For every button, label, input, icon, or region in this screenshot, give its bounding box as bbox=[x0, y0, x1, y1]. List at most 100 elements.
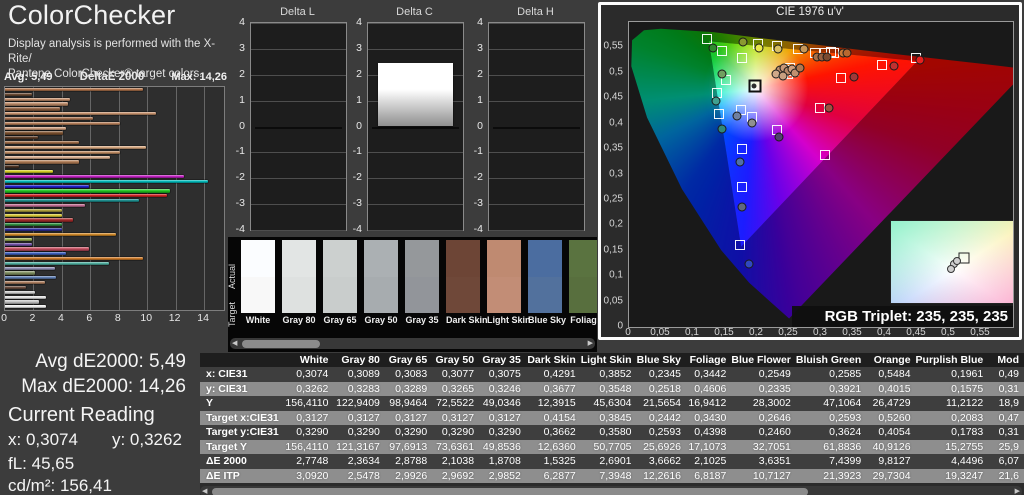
swatch-actual bbox=[528, 240, 562, 277]
y-tick-label: 0 bbox=[239, 120, 245, 132]
de2000-bar bbox=[5, 165, 19, 168]
measurement-table: WhiteGray 80Gray 65Gray 50Gray 35Dark Sk… bbox=[200, 353, 1024, 495]
cie-x-axis: 00,050,10,150,20,250,30,350,40,450,50,55 bbox=[628, 327, 1012, 341]
de2000-bar bbox=[5, 262, 109, 265]
delta-chart-delta-h: Delta H43210-1-2-3-4 bbox=[468, 2, 585, 232]
delta-chart-title: Delta C bbox=[367, 6, 462, 18]
cell-value: 12,6360 bbox=[526, 440, 581, 455]
y-tick-label: 1 bbox=[477, 94, 483, 106]
de2000-bar bbox=[5, 228, 62, 231]
swatch-actual bbox=[569, 240, 597, 277]
cell-value: 0,4054 bbox=[866, 425, 915, 440]
cell-value: 0,5260 bbox=[866, 411, 915, 426]
swatch-white bbox=[241, 240, 275, 313]
cie-y-tick-label: 0 bbox=[617, 321, 623, 332]
y-tick-label: -4 bbox=[353, 223, 362, 235]
cell-value: 12,3915 bbox=[526, 396, 581, 411]
swatch-strip: Actual Target WhiteGray 80Gray 65Gray 50… bbox=[228, 237, 597, 352]
cie-target-marker bbox=[735, 240, 745, 250]
cell-value: 0,2646 bbox=[731, 411, 796, 426]
scroll-right-icon[interactable]: ▶ bbox=[588, 339, 593, 347]
table-scrollbar-thumb[interactable] bbox=[212, 488, 808, 495]
scroll-left-icon[interactable]: ◀ bbox=[232, 339, 237, 347]
y-tick-label: -3 bbox=[353, 197, 362, 209]
cie-measurement-marker bbox=[717, 70, 726, 79]
swatch-name: White bbox=[241, 315, 275, 325]
de2000-bar bbox=[5, 127, 66, 130]
de2000-bar bbox=[5, 233, 116, 236]
cell-value: 0,3083 bbox=[385, 367, 432, 382]
de2000-bar bbox=[5, 271, 35, 274]
de2000-bar bbox=[5, 112, 156, 115]
de2000-bar bbox=[5, 252, 66, 255]
cell-value: 3,6662 bbox=[637, 454, 687, 469]
y-tick-label: 2 bbox=[239, 68, 245, 80]
cie-x-tick-label: 0,1 bbox=[685, 327, 699, 338]
bar-axis-tick-label: 14 bbox=[197, 312, 209, 324]
bar-axis-tick-label: 12 bbox=[169, 312, 181, 324]
cell-value: 0,2585 bbox=[796, 367, 866, 382]
y-tick-label: -4 bbox=[236, 223, 245, 235]
cell-value: 0,3075 bbox=[479, 367, 526, 382]
column-header: Blue Sky bbox=[637, 353, 687, 367]
cell-value: 7,4399 bbox=[796, 454, 866, 469]
cell-value: 11,2122 bbox=[916, 396, 989, 411]
delta-gridline bbox=[368, 230, 463, 231]
cell-value: 18,9 bbox=[988, 396, 1024, 411]
table-row: y: CIE310,32620,32830,32890,32650,32460,… bbox=[200, 382, 1024, 397]
cell-value: 6,07 bbox=[988, 454, 1024, 469]
y-tick-label: 0 bbox=[356, 120, 362, 132]
swatch-row-labels: Actual Target bbox=[228, 237, 241, 313]
cell-value: 0,3127 bbox=[385, 411, 432, 426]
scroll-left-icon[interactable]: ◀ bbox=[202, 487, 207, 495]
y-tick-label: 4 bbox=[477, 16, 483, 28]
cell-value: 0,4154 bbox=[526, 411, 581, 426]
y-tick-label: 4 bbox=[356, 16, 362, 28]
cell-value: 25,6926 bbox=[637, 440, 687, 455]
delta-gridline bbox=[251, 49, 346, 50]
y-tick-label: -1 bbox=[353, 145, 362, 157]
cie-measurement-marker bbox=[915, 55, 924, 64]
de2000-bar bbox=[5, 175, 184, 178]
delta-gridline bbox=[251, 152, 346, 153]
cie-y-tick-label: 0,45 bbox=[604, 92, 623, 103]
fl-reading: fL: 45,65 bbox=[8, 454, 74, 474]
colorchecker-window: ColorChecker Display analysis is perform… bbox=[0, 0, 1024, 495]
y-tick-label: -2 bbox=[353, 171, 362, 183]
delta-gridline bbox=[372, 127, 459, 129]
swatch-name: Gray 50 bbox=[364, 315, 398, 325]
scroll-right-icon[interactable]: ▶ bbox=[1015, 487, 1020, 495]
delta-gridline bbox=[251, 204, 346, 205]
swatch-target bbox=[282, 277, 316, 313]
de2000-bar bbox=[5, 257, 143, 260]
swatch-scrollbar[interactable]: ◀ ▶ bbox=[230, 338, 595, 349]
cie-measurement-marker bbox=[754, 44, 763, 53]
table-row: ΔE ITP3,09202,54782,99262,96922,98526,28… bbox=[200, 469, 1024, 484]
cie-y-tick-label: 0,3 bbox=[609, 168, 623, 179]
cie-x-tick-label: 0,15 bbox=[714, 327, 733, 338]
swatch-scrollbar-thumb[interactable] bbox=[242, 340, 320, 348]
description-line1: Display analysis is performed with the X… bbox=[8, 38, 215, 65]
cie-measurement-marker bbox=[738, 203, 747, 212]
cell-value: 0,3127 bbox=[479, 411, 526, 426]
row-label: x: CIE31 bbox=[200, 367, 285, 382]
swatch-blue-sky bbox=[528, 240, 562, 313]
table-row: Target Y156,4110121,316797,691373,636149… bbox=[200, 440, 1024, 455]
column-header: Blue Flower bbox=[731, 353, 796, 367]
de2000-bar bbox=[5, 185, 89, 188]
cell-value: 97,6913 bbox=[385, 440, 432, 455]
de2000-bar bbox=[5, 131, 63, 134]
cell-value: 0,3290 bbox=[385, 425, 432, 440]
cie-measurement-marker bbox=[842, 48, 851, 57]
current-reading-label: Current Reading bbox=[8, 404, 155, 427]
cell-value: 0,3127 bbox=[432, 411, 479, 426]
cie-x-tick-label: 0,2 bbox=[749, 327, 763, 338]
delta-gridline bbox=[368, 49, 463, 50]
cell-value: 17,1073 bbox=[686, 440, 731, 455]
bar-chart-x-axis: 02468101214 bbox=[4, 311, 223, 325]
de2000-bar bbox=[5, 247, 89, 250]
de2000-bar bbox=[5, 281, 45, 284]
de2000-bar bbox=[5, 218, 73, 221]
cell-value: 6,2877 bbox=[526, 469, 581, 484]
table-scrollbar[interactable]: ◀ ▶ bbox=[200, 486, 1022, 495]
